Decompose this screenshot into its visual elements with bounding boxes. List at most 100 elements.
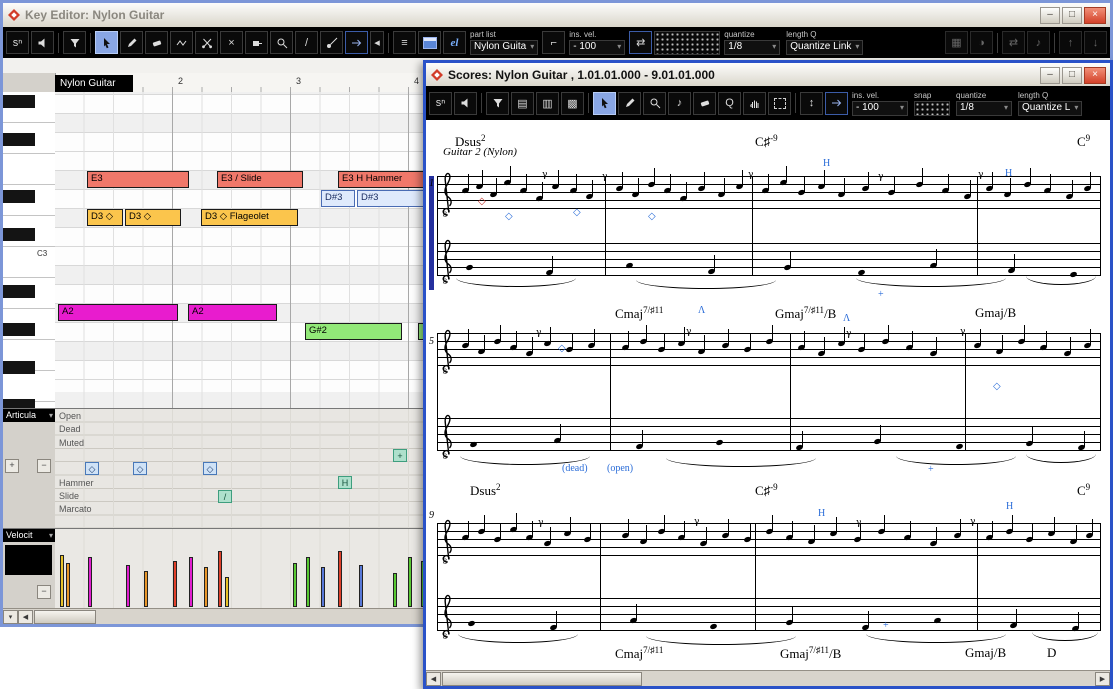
line-tool[interactable]: / xyxy=(295,31,318,54)
score-annotation[interactable]: H xyxy=(823,158,830,169)
scroll-left-button[interactable]: ◀ xyxy=(18,610,33,624)
articulation-lane-selector[interactable]: Articula ▾ xyxy=(3,409,55,422)
solo-button[interactable]: sⁿ xyxy=(429,92,452,115)
scores-titlebar[interactable]: Scores: Nylon Guitar , 1.01.01.000 - 9.0… xyxy=(426,63,1110,88)
chord-symbol[interactable]: Gmaj7/♯11/B xyxy=(780,645,841,662)
chord-symbol[interactable]: Dsus2 xyxy=(470,482,501,499)
velocity-lane-selector[interactable]: Velocit ▾ xyxy=(3,529,55,542)
length-quantize-display[interactable]: length Q Quantize Link▾ xyxy=(786,30,863,56)
black-key[interactable] xyxy=(3,190,35,203)
length-quantize-display[interactable]: length Q Quantize L▾ xyxy=(1018,90,1082,116)
chord-symbol[interactable]: D xyxy=(1047,645,1056,661)
mute-tool[interactable]: × xyxy=(220,31,243,54)
slur[interactable] xyxy=(866,634,1006,643)
split-tool[interactable] xyxy=(195,31,218,54)
black-key[interactable] xyxy=(3,285,35,298)
scroll-left-button[interactable]: ◀ xyxy=(426,672,441,686)
close-button[interactable]: × xyxy=(1084,7,1106,24)
midi-note[interactable]: D3 ◇ xyxy=(87,209,123,226)
slur[interactable] xyxy=(646,636,796,645)
edit-in-place-button[interactable]: el xyxy=(443,31,466,54)
hand-tool[interactable] xyxy=(743,92,766,115)
maximize-button[interactable]: □ xyxy=(1062,67,1082,84)
key-editor-titlebar[interactable]: Key Editor: Nylon Guitar – □ × xyxy=(3,3,1110,28)
velocity-bar[interactable] xyxy=(306,557,310,607)
score-annotation[interactable]: + xyxy=(928,464,934,475)
score-annotation[interactable]: ◇ xyxy=(993,381,1001,392)
filter-button[interactable] xyxy=(63,31,86,54)
velocity-bar[interactable] xyxy=(293,563,297,607)
score-annotation[interactable]: Λ xyxy=(843,313,850,324)
score-page[interactable]: Guitar 2 (Nylon) 881Dsus2C♯-9C9γγγγγHH◇◇… xyxy=(426,120,1110,670)
acoustic-feedback-button[interactable] xyxy=(454,92,477,115)
velocity-bar[interactable] xyxy=(126,565,130,607)
score-annotation[interactable]: (dead) xyxy=(562,463,588,474)
rest[interactable]: γ xyxy=(686,327,691,337)
midi-note[interactable]: D3 ◇ Flageolet xyxy=(201,209,298,226)
articulation-marker[interactable]: H xyxy=(338,476,352,489)
scrollbar-thumb[interactable] xyxy=(34,610,96,624)
rest[interactable]: γ xyxy=(602,172,607,182)
articulation-marker[interactable]: ◇ xyxy=(203,462,217,475)
quantize-display[interactable]: quantize 1/8▾ xyxy=(724,30,780,56)
score-annotation[interactable]: ◇ xyxy=(558,343,566,354)
velocity-bar[interactable] xyxy=(204,567,208,607)
rest[interactable]: γ xyxy=(748,170,753,180)
zoom-tool[interactable] xyxy=(643,92,666,115)
insert-note-tool[interactable]: ♪ xyxy=(668,92,691,115)
articulation-marker[interactable]: ◇ xyxy=(85,462,99,475)
velocity-bar[interactable] xyxy=(408,557,412,607)
erase-tool[interactable] xyxy=(145,31,168,54)
piano-keyboard[interactable]: C3 xyxy=(3,92,56,408)
slur[interactable] xyxy=(1026,276,1096,285)
score-annotation[interactable]: ◇ xyxy=(505,211,513,222)
part-list-display[interactable]: part list Nylon Guita▾ xyxy=(470,30,538,56)
articulation-marker[interactable]: + xyxy=(393,449,407,462)
midi-note[interactable]: E3 / Slide xyxy=(217,171,303,188)
zoom-tool[interactable] xyxy=(270,31,293,54)
rest[interactable]: γ xyxy=(694,517,699,527)
move-down-button[interactable]: ↓ xyxy=(1084,31,1107,54)
quantize-display[interactable]: quantize 1/8▾ xyxy=(956,90,1012,116)
slur[interactable] xyxy=(636,280,776,289)
midi-input-button[interactable]: ⇄ xyxy=(1002,31,1025,54)
rest[interactable]: γ xyxy=(846,329,851,339)
close-button[interactable]: × xyxy=(1084,67,1106,84)
velocity-bar[interactable] xyxy=(218,551,222,607)
slur[interactable] xyxy=(456,278,576,287)
rest[interactable]: γ xyxy=(878,172,883,182)
move-up-button[interactable]: ↑ xyxy=(1059,31,1082,54)
scores-hscrollbar[interactable]: ◀ ▶ xyxy=(426,670,1110,687)
autoscroll-button[interactable] xyxy=(825,92,848,115)
chord-symbol[interactable]: Gmaj7/♯11/B xyxy=(775,305,836,322)
velocity-bar[interactable] xyxy=(225,577,229,607)
black-key[interactable] xyxy=(3,323,35,336)
scroll-right-button[interactable]: ▶ xyxy=(1095,672,1110,686)
independent-track-loop-button[interactable] xyxy=(418,31,441,54)
rest[interactable]: γ xyxy=(536,328,541,338)
slur[interactable] xyxy=(896,456,1016,465)
articulation-marker[interactable]: / xyxy=(218,490,232,503)
chord-symbol[interactable]: Dsus2 xyxy=(455,133,486,150)
note-insert-button[interactable]: ♪ xyxy=(1027,31,1050,54)
velocity-bar[interactable] xyxy=(359,565,363,607)
step-grid-button[interactable]: ▦ xyxy=(945,31,968,54)
erase-tool[interactable] xyxy=(693,92,716,115)
zoom-preset-button[interactable]: ▾ xyxy=(3,610,18,624)
velocity-bar[interactable] xyxy=(321,567,325,607)
acoustic-feedback-button[interactable] xyxy=(31,31,54,54)
midi-note[interactable]: E3 xyxy=(87,171,189,188)
rest[interactable]: γ xyxy=(960,327,965,337)
slur[interactable] xyxy=(1032,632,1098,641)
midi-step-input-button[interactable]: ⇄ xyxy=(629,31,652,54)
autoscroll-button[interactable] xyxy=(345,31,368,54)
object-selection-tool[interactable] xyxy=(593,92,616,115)
chord-symbol[interactable]: Gmaj/B xyxy=(975,305,1016,321)
controller-display[interactable] xyxy=(5,545,52,575)
midi-note[interactable]: D3 ◇ xyxy=(125,209,181,226)
velocity-bar[interactable] xyxy=(88,557,92,607)
scrollbar-thumb[interactable] xyxy=(442,672,642,686)
minimize-button[interactable]: – xyxy=(1040,7,1060,24)
chord-symbol[interactable]: Gmaj/B xyxy=(965,645,1006,661)
black-key[interactable] xyxy=(3,133,35,146)
